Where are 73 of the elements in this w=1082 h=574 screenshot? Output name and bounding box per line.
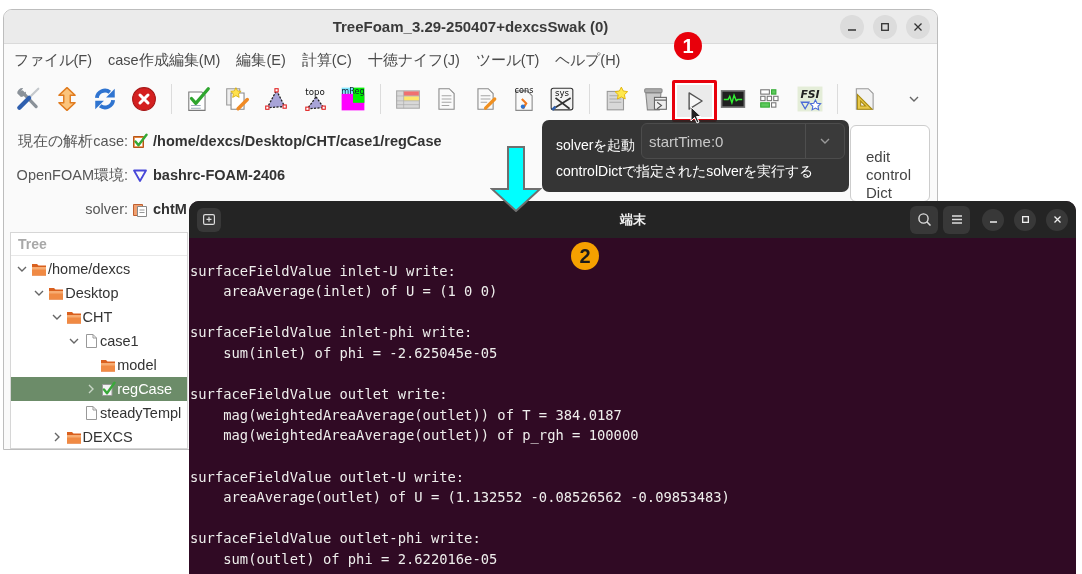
minimize-icon (848, 29, 856, 31)
folder-icon (100, 357, 117, 373)
toolbar-button[interactable] (671, 80, 717, 122)
output-line: mag(weightedAreaAverage(outlet)) of p_rgh = 100000 (223, 426, 639, 446)
field-label: 現在の解析case: (17, 131, 128, 151)
x-circle-icon (131, 86, 158, 112)
menu-item[interactable]: case作成編集(M) (100, 51, 229, 70)
menu-item[interactable]: ツール(T) (467, 51, 548, 70)
output-line: surfaceFieldValue inlet-phi write: (190, 323, 473, 343)
output-line: mag(weightedAreaAverage(outlet)) of T = 384.0187 (223, 405, 622, 425)
dropdown[interactable]: startTime:0 (641, 123, 845, 159)
tree-item[interactable]: regCase (11, 377, 187, 401)
tree-item[interactable]: model (11, 353, 187, 377)
output-line: surfaceFieldValue outlet-U write: (190, 467, 465, 487)
environment-name: bashrc-FOAM-2406 (153, 167, 286, 183)
field-label: OpenFOAM環境: (15, 165, 128, 185)
menu-item[interactable]: 計算(C) (293, 51, 360, 70)
edit-button[interactable]: edit control Dict (850, 125, 930, 202)
output-line: surfaceFieldValue inlet-U write: (190, 261, 456, 281)
solver-name: chtM (153, 201, 187, 217)
menu-item[interactable]: 十徳ナイフ(J) (359, 51, 468, 70)
tree-item[interactable]: CHT (11, 305, 187, 329)
tree-item[interactable]: steadyTempl (11, 401, 187, 425)
checked-document-icon (185, 86, 212, 112)
tooltip-text: solverを起動 (556, 136, 636, 155)
tooltip-text: controlDictで指定されたsolverを実行する (556, 162, 814, 181)
document-icon (132, 201, 148, 217)
menu-item[interactable]: ヘルプ(H) (547, 51, 629, 70)
output-line: sum(inlet) of phi = -2.625045e-05 (223, 343, 498, 363)
output-line: areaAverage(inlet) of U = (1 0 0) (223, 282, 498, 302)
menu-icon (951, 215, 962, 224)
folder-icon (65, 309, 82, 325)
window-title: TreeFoam_3.29-250407+dexcsSwak (0) (332, 18, 609, 35)
close-icon (1053, 216, 1061, 223)
close-icon (914, 22, 922, 31)
output-line: surfaceFieldValue outlet-phi write: (190, 529, 481, 549)
triangle-outline-icon (132, 167, 148, 183)
wrench-screwdriver-icon (15, 86, 41, 112)
folder-icon (65, 429, 82, 445)
output-line: surfaceFieldValue outlet write: (190, 385, 448, 405)
minimize-button[interactable] (840, 14, 864, 39)
maximize-button[interactable] (873, 14, 897, 39)
panel-header: Tree (11, 233, 187, 256)
document-star-pencil-icon (224, 86, 251, 112)
output-line: sum(outlet) of phi = 2.622016e-05 (223, 549, 498, 569)
down-arrow (490, 146, 542, 212)
close-button[interactable] (1046, 208, 1068, 231)
checked-document-icon (132, 133, 148, 149)
trash-window-icon (642, 86, 669, 112)
window-title: 端末 (619, 210, 646, 229)
maximize-icon (881, 22, 889, 31)
menu-button[interactable] (943, 205, 970, 234)
checked-document-icon (100, 381, 117, 397)
tree-item[interactable]: Desktop (11, 281, 187, 305)
tree-item[interactable]: case1 (11, 329, 187, 353)
maximize-icon (1021, 216, 1029, 223)
tree-item[interactable]: /home/dexcs (11, 257, 187, 281)
tab-plus-icon (203, 214, 215, 225)
minimize-icon (989, 221, 997, 223)
case-path: /home/dexcs/Desktop/CHT/case1/regCase (153, 133, 442, 149)
menu-item[interactable]: 編集(E) (228, 51, 294, 70)
maximize-button[interactable] (1014, 208, 1036, 231)
field-label: solver: (84, 201, 128, 217)
triangle-icon (262, 86, 289, 112)
folder-icon (31, 261, 47, 277)
output-line: areaAverage(outlet) of U = (1.132552 -0.08526562 -0.09853483) (223, 488, 730, 508)
search-button[interactable] (910, 205, 938, 234)
tree-item[interactable]: DEXCS (11, 425, 187, 448)
new-tab-button[interactable] (197, 207, 221, 232)
folder-icon (48, 285, 65, 301)
menu-item[interactable]: ファイル(F) (5, 51, 100, 70)
minimize-button[interactable] (982, 208, 1004, 231)
search-icon (917, 213, 931, 226)
